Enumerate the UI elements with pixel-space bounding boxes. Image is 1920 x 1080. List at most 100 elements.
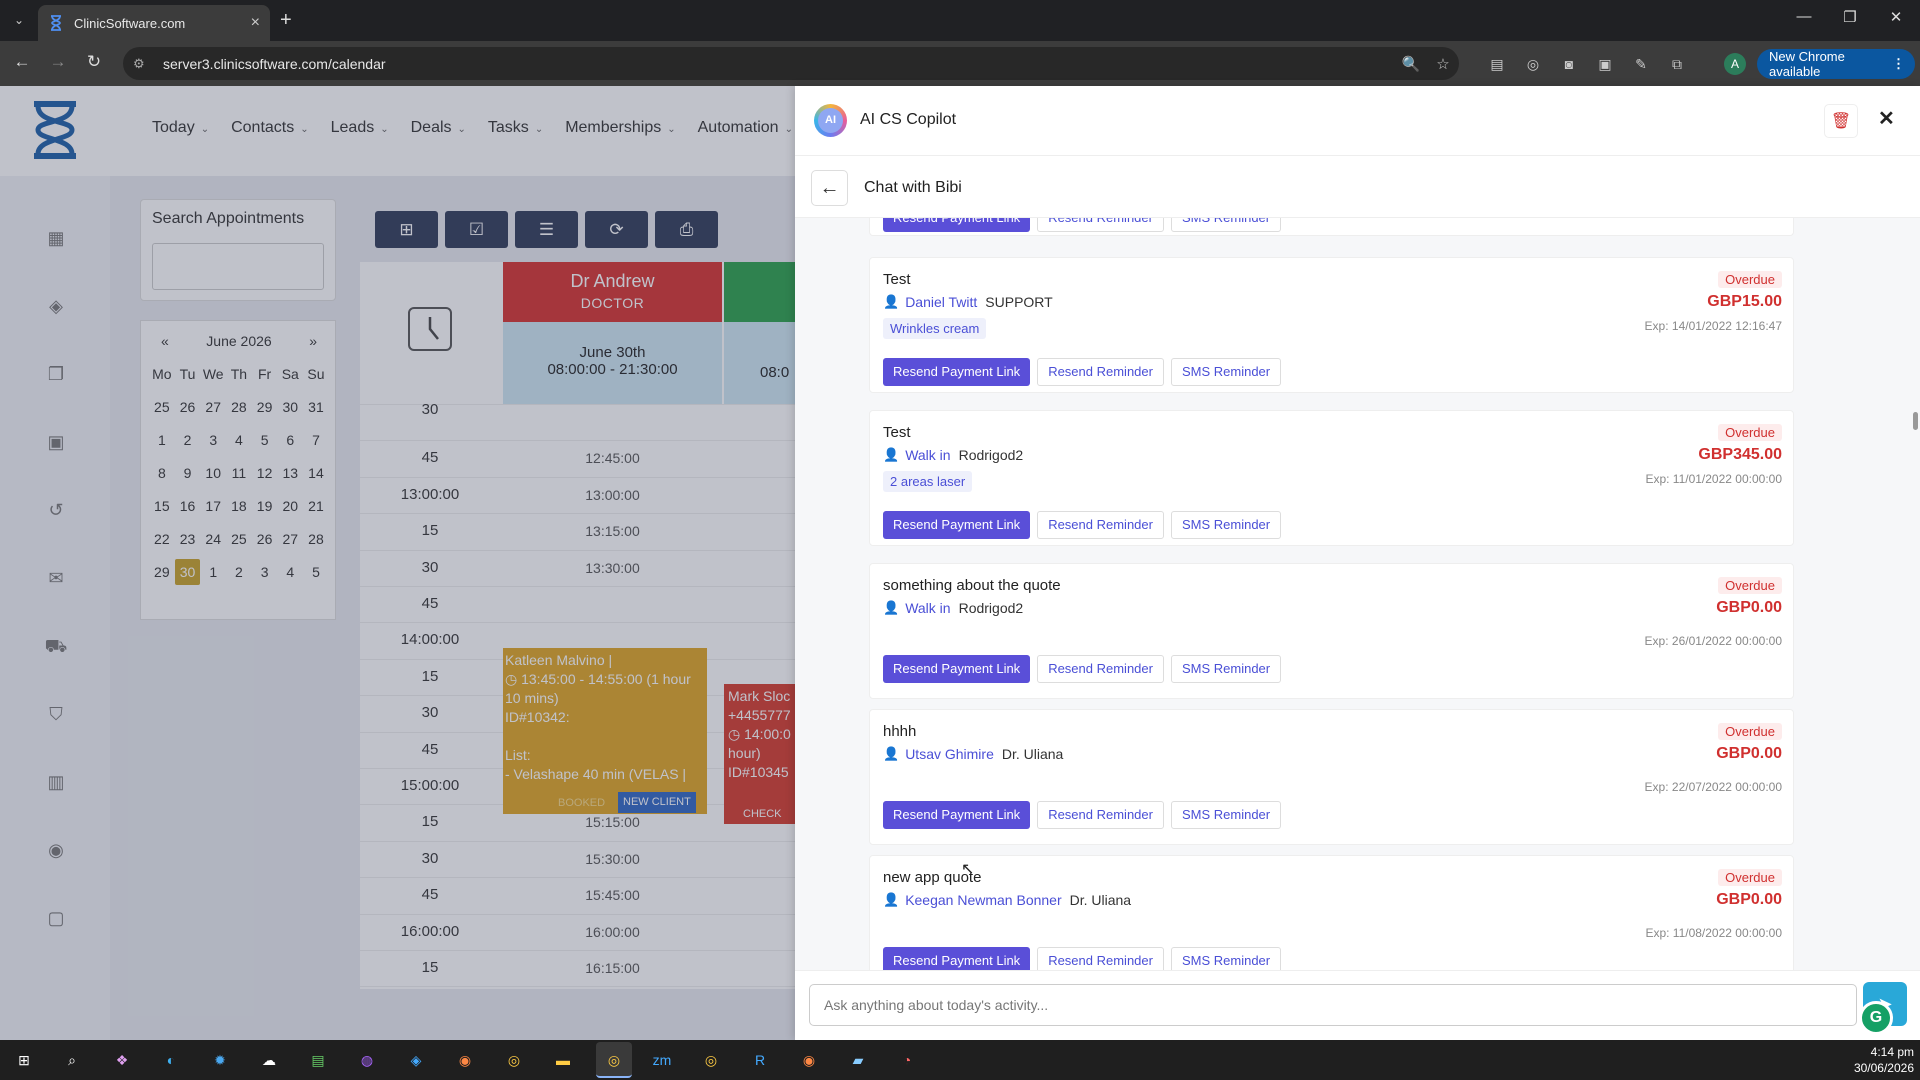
quote-people: 👤 Walk in Rodrigod2	[883, 600, 1023, 616]
browser-tab-strip: ⌄ ClinicSoftware.com × + — ❐ ✕	[0, 0, 1920, 41]
url-text: server3.clinicsoftware.com/calendar	[163, 55, 386, 72]
expiry-date: Exp: 11/01/2022 00:00:00	[1645, 472, 1782, 486]
chrome-menu-icon[interactable]: ⋮	[1892, 56, 1905, 72]
status-badge: Overdue	[1718, 869, 1782, 886]
chrome-icon-active[interactable]: ◎	[596, 1042, 632, 1078]
minimize-window-icon[interactable]: —	[1784, 8, 1824, 25]
client-link[interactable]: Daniel Twitt	[905, 294, 977, 310]
resend-payment-link-button[interactable]: Resend Payment Link	[883, 218, 1031, 232]
save-extension-icon[interactable]: ▣	[1595, 54, 1615, 74]
sms-reminder-button[interactable]: SMS Reminder	[1170, 947, 1282, 970]
resend-reminder-button[interactable]: Resend Reminder	[1037, 655, 1164, 683]
scrollbar-thumb[interactable]	[1913, 412, 1918, 430]
client-link[interactable]: Keegan Newman Bonner	[905, 892, 1061, 908]
quote-people: 👤 Daniel Twitt SUPPORT	[883, 294, 1053, 310]
client-link[interactable]: Walk in	[905, 600, 950, 616]
chrome-icon-2[interactable]: ◎	[699, 1048, 723, 1072]
extensions-puzzle-icon[interactable]: ⧉	[1667, 54, 1687, 74]
quote-people: 👤 Walk in Rodrigod2	[883, 447, 1023, 463]
client-link[interactable]: Utsav Ghimire	[905, 746, 994, 762]
file-explorer-icon[interactable]: ▬	[551, 1048, 575, 1072]
resend-payment-link-button[interactable]: Resend Payment Link	[883, 358, 1031, 386]
windows-start-icon[interactable]: ⊞	[12, 1048, 36, 1072]
browser-toolbar: ← → ↻ ⚙ server3.clinicsoftware.com/calen…	[0, 41, 1920, 86]
resend-payment-link-button[interactable]: Resend Payment Link	[883, 947, 1031, 970]
site-info-icon[interactable]: ⚙	[133, 56, 153, 72]
pen-extension-icon[interactable]: ✎	[1631, 54, 1651, 74]
quote-people: 👤 Keegan Newman Bonner Dr. Uliana	[883, 892, 1131, 908]
resend-reminder-button[interactable]: Resend Reminder	[1037, 801, 1164, 829]
close-tab-icon[interactable]: ×	[251, 14, 260, 32]
app-icon-r[interactable]: R	[748, 1048, 772, 1072]
card-actions: Resend Payment Link Resend Reminder SMS …	[883, 511, 1288, 539]
extension-icon-1[interactable]: ▤	[1487, 54, 1507, 74]
windows-taskbar: ⊞ ⌕ ❖ ◐ ✹ ☁ ▤ ◍ ◈ ◉ ◎ ▬ ◎ zm ◎ R ◉ ▰ ◔ 4…	[0, 1040, 1920, 1080]
app-icon-1[interactable]: ✹	[208, 1048, 232, 1072]
modal-backdrop[interactable]	[0, 86, 795, 1040]
resend-reminder-button[interactable]: Resend Reminder	[1037, 358, 1164, 386]
resend-reminder-button[interactable]: Resend Reminder	[1037, 511, 1164, 539]
client-link[interactable]: Walk in	[905, 447, 950, 463]
chat-feed[interactable]: Resend Payment Link Resend Reminder SMS …	[795, 218, 1920, 970]
quote-card: Test 👤 Daniel Twitt SUPPORT Wrinkles cre…	[869, 257, 1794, 393]
card-actions: Resend Payment Link Resend Reminder SMS …	[883, 801, 1288, 829]
new-chrome-available-button[interactable]: New Chrome available ⋮	[1757, 49, 1915, 79]
app-icon-3[interactable]: ◈	[404, 1048, 428, 1072]
system-clock[interactable]: 4:14 pm 30/06/2026	[1818, 1044, 1914, 1076]
new-tab-icon[interactable]: +	[280, 9, 292, 31]
chrome-icon-1[interactable]: ◎	[502, 1048, 526, 1072]
expiry-date: Exp: 14/01/2022 12:16:47	[1644, 319, 1782, 333]
resend-payment-link-button[interactable]: Resend Payment Link	[883, 655, 1031, 683]
sms-reminder-button[interactable]: SMS Reminder	[1170, 358, 1282, 386]
app-icon-2[interactable]: ☁	[257, 1048, 281, 1072]
copilot-icon[interactable]: ❖	[110, 1048, 134, 1072]
resend-payment-link-button[interactable]: Resend Payment Link	[883, 801, 1031, 829]
resend-payment-link-button[interactable]: Resend Payment Link	[883, 511, 1031, 539]
person-icon: 👤	[883, 447, 900, 462]
restore-window-icon[interactable]: ❐	[1830, 8, 1870, 26]
quote-title: Test	[883, 271, 911, 288]
previous-card-partial: Resend Payment Link Resend Reminder SMS …	[869, 218, 1794, 236]
spreadsheet-icon[interactable]: ▤	[306, 1048, 330, 1072]
browser-tab-clinicsoftware[interactable]: ClinicSoftware.com ×	[38, 5, 270, 41]
zoom-app-icon[interactable]: zm	[650, 1048, 674, 1072]
trash-icon[interactable]: 🗑	[1824, 104, 1858, 138]
firefox-icon[interactable]: ◉	[453, 1048, 477, 1072]
address-bar[interactable]: ⚙ server3.clinicsoftware.com/calendar 🔍 …	[123, 47, 1459, 80]
back-arrow-icon[interactable]: ←	[811, 170, 848, 206]
resend-reminder-button[interactable]: Resend Reminder	[1037, 947, 1164, 970]
camera-extension-icon[interactable]: ◙	[1559, 54, 1579, 74]
forward-arrow-icon[interactable]: →	[46, 52, 70, 72]
resend-reminder-button[interactable]: Resend Reminder	[1037, 218, 1164, 232]
quote-card: something about the quote 👤 Walk in Rodr…	[869, 563, 1794, 699]
edge-icon[interactable]: ◐	[159, 1048, 183, 1072]
search-icon[interactable]: ⌕	[60, 1048, 84, 1072]
close-window-icon[interactable]: ✕	[1876, 8, 1916, 26]
notes-icon[interactable]: ▰	[846, 1048, 870, 1072]
grammarly-icon[interactable]: G	[1859, 1001, 1893, 1035]
profile-avatar[interactable]: A	[1724, 53, 1746, 75]
bookmark-star-icon[interactable]: ☆	[1427, 55, 1459, 73]
firefox-icon-2[interactable]: ◉	[797, 1048, 821, 1072]
zoom-icon[interactable]: 🔍	[1395, 55, 1427, 73]
quote-title: hhhh	[883, 723, 917, 740]
discord-icon[interactable]: ◍	[355, 1048, 379, 1072]
sms-reminder-button[interactable]: SMS Reminder	[1170, 801, 1282, 829]
chat-title: Chat with Bibi	[864, 179, 962, 196]
back-arrow-icon[interactable]: ←	[10, 52, 34, 72]
chat-input[interactable]: Ask anything about today's activity...	[809, 984, 1857, 1026]
person-icon: 👤	[883, 746, 900, 761]
grammarly-extension-icon[interactable]: ◎	[1523, 54, 1543, 74]
card-actions: Resend Payment Link Resend Reminder SMS …	[883, 358, 1288, 386]
quote-people: 👤 Utsav Ghimire Dr. Uliana	[883, 746, 1063, 762]
quote-amount: GBP0.00	[1716, 745, 1782, 762]
sms-reminder-button[interactable]: SMS Reminder	[1170, 655, 1282, 683]
tab-search-dropdown-icon[interactable]: ⌄	[8, 9, 30, 31]
sms-reminder-button[interactable]: SMS Reminder	[1170, 511, 1282, 539]
app-icon-4[interactable]: ◔	[895, 1048, 919, 1072]
sms-reminder-button[interactable]: SMS Reminder	[1170, 218, 1282, 232]
close-icon[interactable]: ✕	[1878, 106, 1895, 131]
quote-amount: GBP345.00	[1698, 446, 1782, 463]
reload-icon[interactable]: ↻	[82, 52, 106, 72]
quote-card: hhhh 👤 Utsav Ghimire Dr. Uliana Overdue …	[869, 709, 1794, 845]
